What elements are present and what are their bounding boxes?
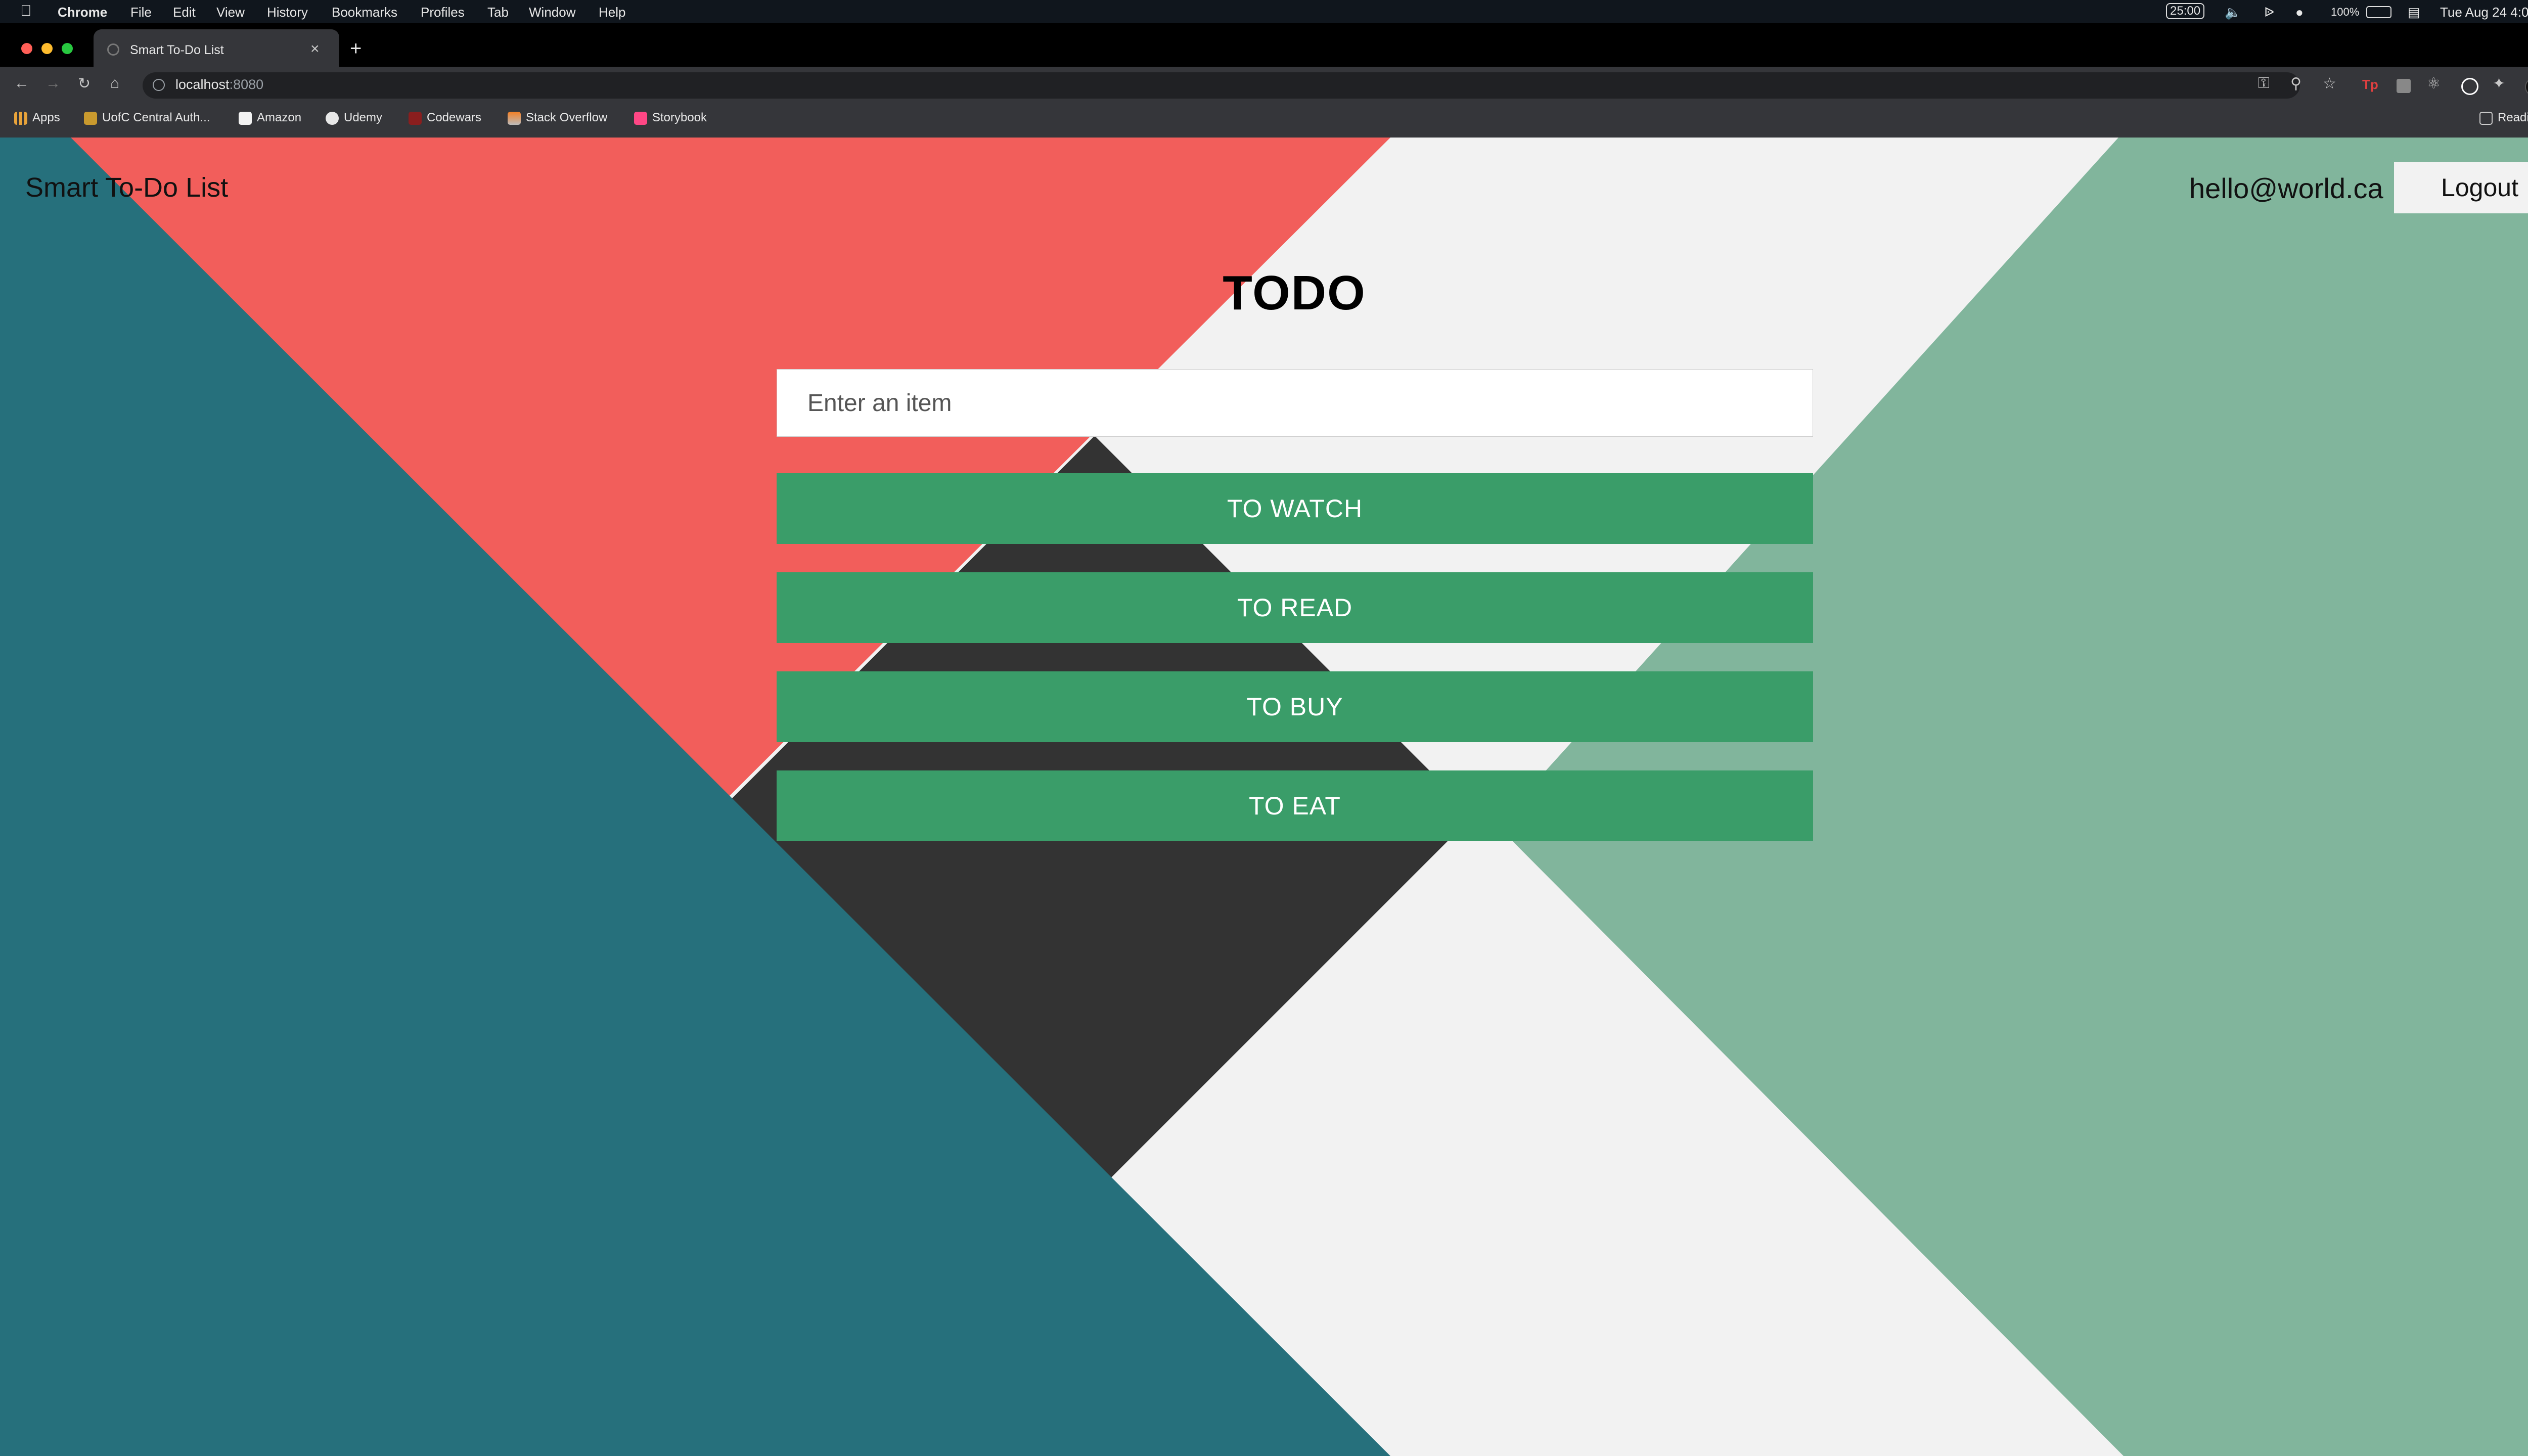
reading-list-icon — [2479, 111, 2493, 125]
apps-grid-icon — [14, 111, 27, 125]
bookmark-udemy[interactable]: Udemy — [326, 111, 382, 125]
bookmark-storybook[interactable]: Storybook — [634, 111, 707, 125]
back-icon[interactable]: ← — [14, 75, 29, 92]
bookmark-uofc[interactable]: UofC Central Auth... — [84, 111, 210, 125]
tab-strip — [0, 23, 2528, 67]
extension-gray-icon[interactable] — [2397, 79, 2411, 93]
window-close-button[interactable] — [21, 43, 32, 54]
to-eat-button[interactable]: TO EAT — [777, 770, 1813, 841]
datetime[interactable]: Tue Aug 24 4:03 PM — [2440, 5, 2528, 20]
extensions-puzzle-icon[interactable]: ✦ — [2493, 75, 2505, 93]
menu-view[interactable]: View — [216, 5, 245, 20]
menu-edit[interactable]: Edit — [173, 5, 196, 20]
tab-favicon-icon — [107, 43, 119, 56]
window-minimize-button[interactable] — [41, 43, 53, 54]
reading-list-label: Reading List — [2498, 111, 2528, 124]
address-bar[interactable] — [143, 72, 2300, 99]
bookmark-label: Codewars — [427, 111, 482, 124]
bookmark-stackoverflow[interactable]: Stack Overflow — [508, 111, 607, 125]
key-icon[interactable]: ⚿ — [2258, 75, 2270, 92]
bookmark-star-icon[interactable]: ☆ — [2323, 75, 2336, 93]
bluetooth-icon[interactable]: ᐉ — [2264, 5, 2274, 20]
url-host: localhost — [175, 77, 230, 92]
timer-status[interactable]: 25:00 — [2166, 3, 2205, 19]
storybook-icon — [634, 111, 647, 125]
tab-title: Smart To-Do List — [130, 43, 224, 57]
stackoverflow-icon — [508, 111, 521, 125]
extension-circle-icon[interactable] — [2461, 78, 2478, 95]
udemy-icon — [326, 111, 339, 125]
battery-icon[interactable] — [2366, 6, 2391, 18]
to-watch-button[interactable]: TO WATCH — [777, 473, 1813, 544]
uofc-icon — [84, 111, 97, 125]
item-input[interactable] — [777, 369, 1813, 437]
bookmark-label: Amazon — [257, 111, 302, 124]
bookmark-codewars[interactable]: Codewars — [409, 111, 481, 125]
bookmark-label: Apps — [32, 111, 60, 124]
codewars-icon — [409, 111, 422, 125]
bookmark-apps[interactable]: Apps — [14, 111, 60, 125]
bookmark-label: Udemy — [344, 111, 383, 124]
menu-profiles[interactable]: Profiles — [421, 5, 465, 20]
bookmark-label: Storybook — [652, 111, 707, 124]
user-email: hello@world.ca — [2189, 172, 2383, 204]
menu-bookmarks[interactable]: Bookmarks — [332, 5, 397, 20]
extension-tp-icon[interactable]: Tp — [2362, 77, 2378, 93]
app-menu-chrome[interactable]: Chrome — [58, 5, 107, 20]
apple-icon[interactable]:  — [20, 3, 32, 20]
reading-list-button[interactable]: Reading List — [2479, 111, 2528, 125]
menu-file[interactable]: File — [130, 5, 152, 20]
control-center-icon[interactable]: ▤ — [2408, 5, 2420, 20]
battery-percent: 100% — [2331, 6, 2360, 18]
menu-tab[interactable]: Tab — [487, 5, 509, 20]
wifi-icon[interactable]: ● — [2295, 5, 2304, 20]
to-buy-button[interactable]: TO BUY — [777, 671, 1813, 742]
os-menubar:  Chrome File Edit View History Bookmark… — [0, 0, 2528, 23]
reload-icon[interactable]: ↻ — [78, 75, 91, 93]
menu-history[interactable]: History — [267, 5, 308, 20]
home-icon[interactable]: ⌂ — [110, 75, 119, 92]
extension-react-icon[interactable]: ⚛ — [2427, 75, 2441, 93]
bookmark-label: Stack Overflow — [526, 111, 608, 124]
window-zoom-button[interactable] — [62, 43, 73, 54]
logout-button[interactable]: Logout — [2394, 162, 2528, 213]
new-tab-button[interactable]: + — [350, 37, 362, 60]
volume-icon[interactable]: 🔈 — [2225, 5, 2241, 20]
tab-close-icon[interactable]: × — [310, 40, 320, 58]
to-read-button[interactable]: TO READ — [777, 572, 1813, 643]
url-text[interactable]: localhost:8080 — [175, 77, 263, 93]
bookmark-amazon[interactable]: Amazon — [239, 111, 301, 125]
page-title: TODO — [1223, 266, 1366, 320]
menu-help[interactable]: Help — [599, 5, 625, 20]
site-info-icon[interactable] — [153, 79, 165, 91]
amazon-icon — [239, 111, 252, 125]
menu-window[interactable]: Window — [529, 5, 575, 20]
brand-title[interactable]: Smart To-Do List — [25, 172, 228, 203]
zoom-icon[interactable]: ⚲ — [2290, 75, 2301, 93]
bookmark-label: UofC Central Auth... — [102, 111, 210, 124]
url-port: :8080 — [229, 77, 264, 92]
forward-icon[interactable]: → — [46, 75, 61, 92]
